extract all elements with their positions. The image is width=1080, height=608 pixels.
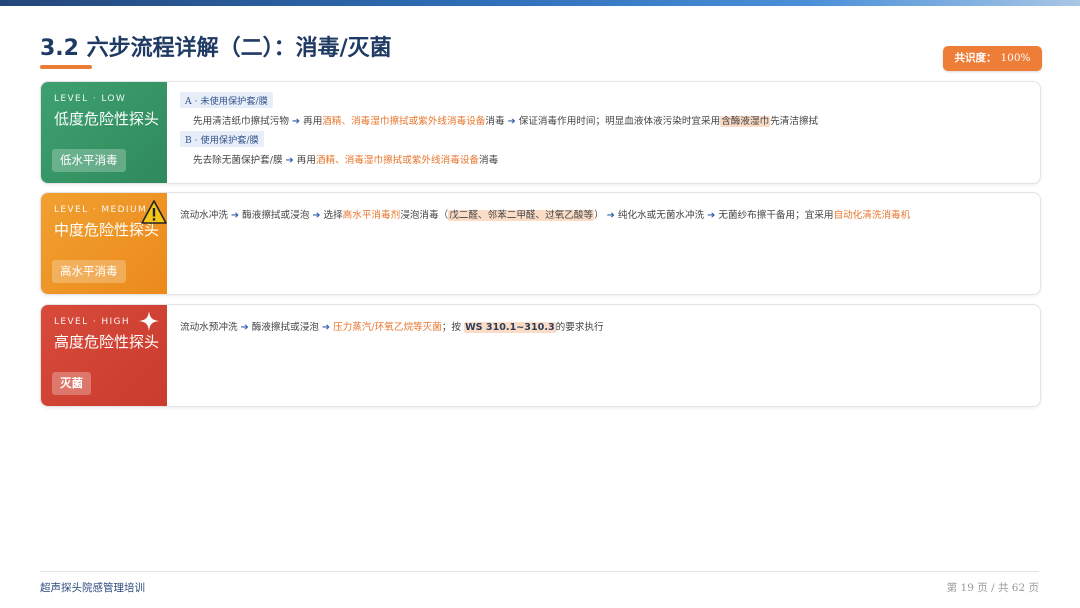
- top-accent-bar: [0, 0, 1080, 6]
- step-text: 选择: [323, 210, 343, 221]
- card-high-side: LEVEL · HIGH 高度危险性探头 灭菌: [41, 305, 167, 406]
- arrow-right-icon: ➔: [231, 210, 240, 221]
- step-text: 再用: [303, 116, 323, 127]
- title-underline: [40, 65, 92, 69]
- highlight-text: 酒精、消毒湿巾擦拭或紫外线消毒设备: [322, 116, 486, 127]
- risk-title: 高度危险性探头: [54, 333, 160, 351]
- card-low-risk: LEVEL · LOW 低度危险性探头 低水平消毒 A · 未使用保护套/膜 先…: [40, 81, 1041, 184]
- card-medium-side: LEVEL · MEDIUM 中度危险性探头 高水平消毒: [41, 193, 167, 294]
- step-text: 流动水冲洗: [180, 210, 228, 221]
- step-text: ）: [594, 210, 604, 221]
- card-low-side: LEVEL · LOW 低度危险性探头 低水平消毒: [41, 82, 167, 183]
- disinfection-level-pill: 灭菌: [52, 372, 91, 395]
- step-text: 的要求执行: [555, 322, 604, 333]
- arrow-right-icon: ➔: [507, 116, 516, 127]
- step-text: 先用清洁纸巾擦拭污物: [193, 116, 289, 127]
- card-medium-risk: LEVEL · MEDIUM 中度危险性探头 高水平消毒 流动水冲洗 ➔ 酶液擦…: [40, 192, 1041, 295]
- arrow-right-icon: ➔: [321, 322, 330, 333]
- footer-divider: [40, 571, 1039, 572]
- step-text: 先清洁擦拭: [770, 116, 819, 127]
- disinfection-level-pill: 低水平消毒: [52, 149, 126, 172]
- arrow-right-icon: ➔: [707, 210, 716, 221]
- sparkle-icon: [139, 311, 159, 331]
- page-title: 3.2 六步流程详解（二）：消毒/灭菌: [40, 36, 392, 61]
- disinfection-level-pill: 高水平消毒: [52, 260, 126, 283]
- option-b-steps: 先去除无菌保护套/膜 ➔ 再用酒精、消毒湿巾擦拭或紫外线消毒设备消毒: [193, 152, 1028, 166]
- highlight-text: 压力蒸汽/环氧乙烷等灭菌: [333, 322, 442, 333]
- step-text: 酶液擦拭或浸泡: [242, 210, 310, 221]
- medium-steps: 流动水冲洗 ➔ 酶液擦拭或浸泡 ➔ 选择高水平消毒剂浸泡消毒（戊二醛、邻苯二甲醛…: [180, 207, 1028, 221]
- step-text: 先去除无菌保护套/膜: [193, 155, 283, 166]
- page-number: 第 19 页 / 共 62 页: [946, 582, 1039, 594]
- step-text: 浸泡消毒（: [400, 210, 449, 221]
- arrow-right-icon: ➔: [292, 116, 301, 127]
- step-text: 再用: [296, 155, 316, 166]
- step-text: ；按: [441, 322, 462, 333]
- consensus-badge: 共识度： 100%: [943, 46, 1042, 71]
- consensus-label: 共识度：: [954, 52, 997, 64]
- option-a-tag: A · 未使用保护套/膜: [180, 92, 273, 108]
- card-medium-content: 流动水冲洗 ➔ 酶液擦拭或浸泡 ➔ 选择高水平消毒剂浸泡消毒（戊二醛、邻苯二甲醛…: [180, 207, 1028, 221]
- option-b-tag: B · 使用保护套/膜: [180, 131, 264, 147]
- highlight-text: 自动化清洗消毒机: [833, 210, 911, 221]
- card-high-risk: LEVEL · HIGH 高度危险性探头 灭菌 流动水预冲洗 ➔ 酶液擦拭或浸泡…: [40, 304, 1041, 407]
- standard-reference: WS 310.1~310.3: [464, 322, 556, 333]
- highlight-text: 高水平消毒剂: [342, 210, 401, 221]
- step-text: 无菌纱布擦干备用；宜采用: [718, 210, 834, 221]
- level-label: LEVEL · LOW: [54, 94, 127, 104]
- step-text: 保证消毒作用时间；明显血液体液污染时宜采用: [518, 116, 721, 127]
- marked-text: 戊二醛、邻苯二甲醛、过氧乙酸等: [448, 210, 595, 221]
- marked-text: 含酶液湿巾: [720, 116, 771, 127]
- highlight-text: 酒精、消毒湿巾擦拭或紫外线消毒设备: [315, 155, 480, 166]
- step-text: 酶液擦拭或浸泡: [251, 322, 319, 333]
- risk-title: 低度危险性探头: [54, 110, 160, 128]
- option-a-steps: 先用清洁纸巾擦拭污物 ➔ 再用酒精、消毒湿巾擦拭或紫外线消毒设备消毒 ➔ 保证消…: [193, 113, 1028, 127]
- arrow-right-icon: ➔: [240, 322, 249, 333]
- arrow-right-icon: ➔: [285, 155, 294, 166]
- step-text: 消毒: [485, 116, 505, 127]
- level-label: LEVEL · HIGH: [54, 317, 131, 327]
- step-text: 流动水预冲洗: [180, 322, 238, 333]
- high-steps: 流动水预冲洗 ➔ 酶液擦拭或浸泡 ➔ 压力蒸汽/环氧乙烷等灭菌；按 WS 310…: [180, 319, 1028, 333]
- step-text: 消毒: [479, 155, 499, 166]
- card-high-content: 流动水预冲洗 ➔ 酶液擦拭或浸泡 ➔ 压力蒸汽/环氧乙烷等灭菌；按 WS 310…: [180, 319, 1028, 333]
- level-label: LEVEL · MEDIUM: [54, 205, 148, 215]
- arrow-right-icon: ➔: [312, 210, 321, 221]
- step-text: 纯化水或无菌水冲洗: [617, 210, 705, 221]
- card-low-content: A · 未使用保护套/膜 先用清洁纸巾擦拭污物 ➔ 再用酒精、消毒湿巾擦拭或紫外…: [180, 92, 1028, 170]
- consensus-value: 100%: [1000, 52, 1031, 64]
- arrow-right-icon: ➔: [606, 210, 615, 221]
- warning-icon: [141, 200, 167, 224]
- footer-course-name: 超声探头院感管理培训: [40, 582, 145, 594]
